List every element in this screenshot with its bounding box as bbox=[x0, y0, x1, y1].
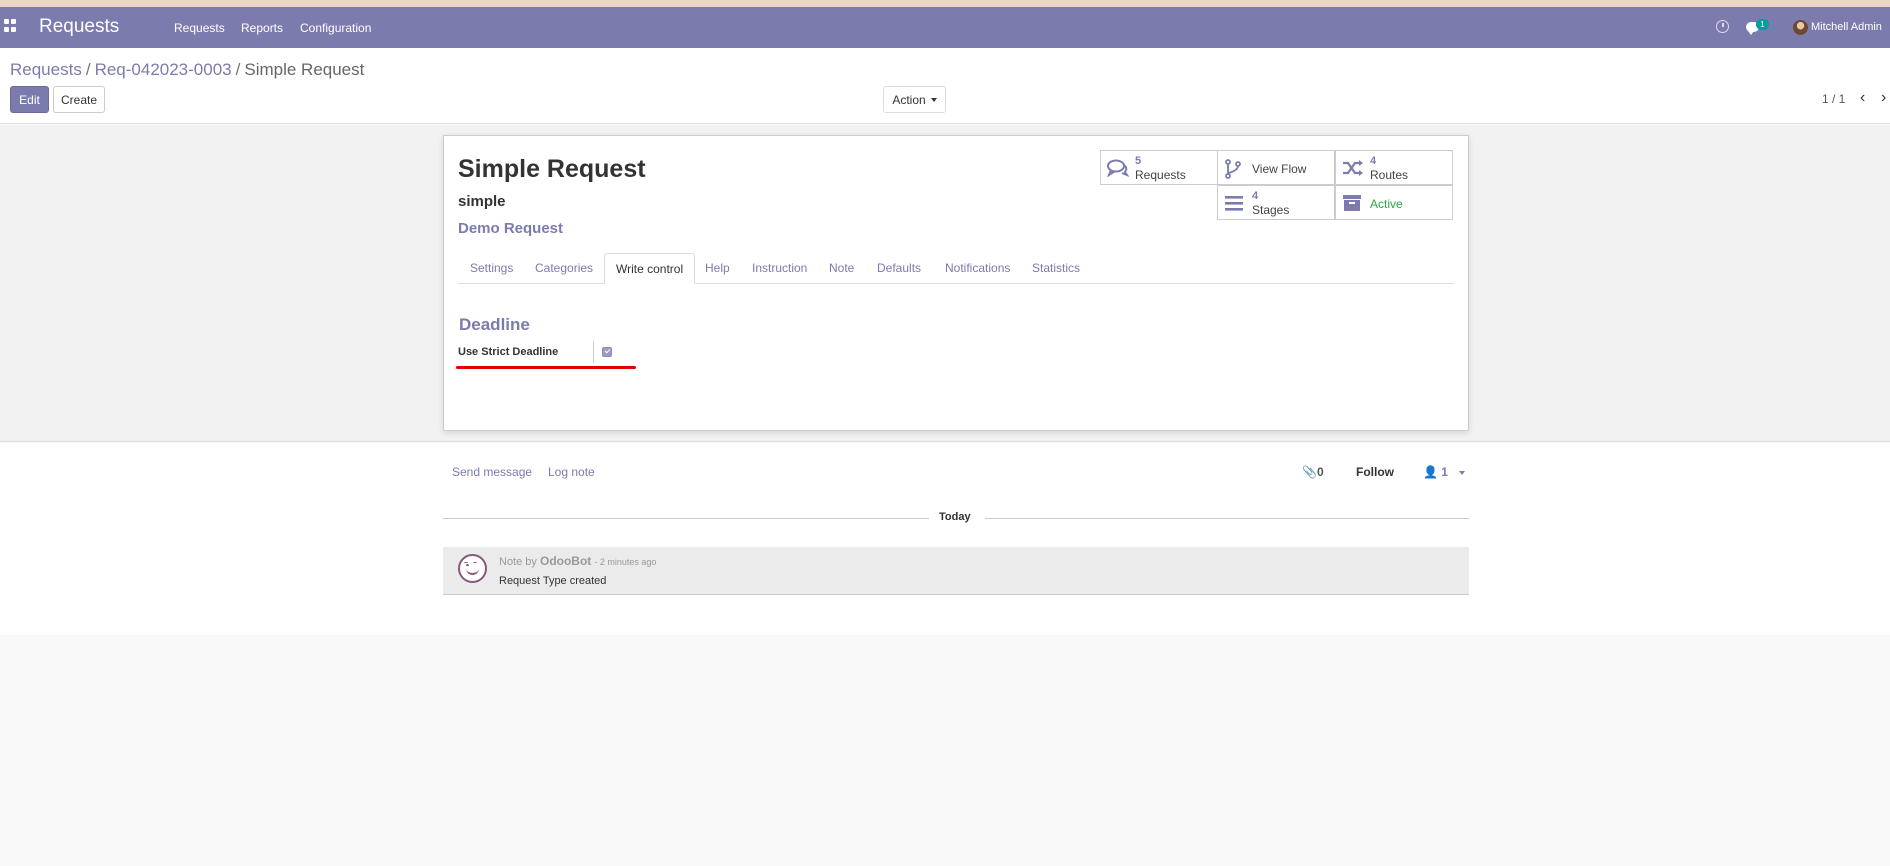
comments-icon bbox=[1107, 159, 1129, 177]
breadcrumb: Requests / Req-042023-0003/Simple Request bbox=[10, 60, 364, 80]
app-title: Requests bbox=[39, 16, 120, 37]
field-divider bbox=[593, 341, 594, 363]
archive-icon bbox=[1343, 195, 1361, 211]
breadcrumb-current: Simple Request bbox=[244, 60, 365, 79]
bars-stages-icon bbox=[1225, 196, 1243, 211]
caret-down-icon bbox=[1459, 470, 1466, 475]
routes-label: Routes bbox=[1370, 168, 1409, 182]
attachment-count: 0 bbox=[1316, 465, 1324, 479]
tab-help[interactable]: Help bbox=[705, 253, 730, 284]
message-prefix: Note by bbox=[499, 556, 537, 568]
stages-smart-button[interactable]: 4 Stages bbox=[1217, 185, 1335, 220]
record-title: Simple Request bbox=[458, 155, 646, 183]
pager-next-icon[interactable]: › bbox=[1881, 89, 1886, 107]
stages-count: 4 bbox=[1252, 190, 1259, 202]
pager-previous-icon[interactable]: ‹ bbox=[1860, 89, 1865, 107]
breadcrumb-separator: / bbox=[235, 60, 241, 79]
menu-item-requests[interactable]: Requests bbox=[174, 21, 225, 35]
branch-flow-icon bbox=[1225, 159, 1241, 179]
tab-categories[interactable]: Categories bbox=[535, 253, 593, 284]
random-routes-icon bbox=[1343, 160, 1363, 176]
action-dropdown-button[interactable]: Action bbox=[883, 86, 946, 113]
user-name[interactable]: Mitchell Admin bbox=[1811, 21, 1882, 33]
view-flow-label: View Flow bbox=[1252, 162, 1307, 176]
menu-item-reports[interactable]: Reports bbox=[241, 21, 283, 35]
routes-smart-button[interactable]: 4 Routes bbox=[1335, 150, 1453, 185]
requests-smart-button[interactable]: 5 Requests bbox=[1100, 150, 1218, 185]
section-title-deadline: Deadline bbox=[459, 315, 530, 334]
followers-dropdown[interactable]: 👤 1 bbox=[1423, 465, 1466, 479]
activity-clock-icon[interactable] bbox=[1716, 20, 1729, 33]
odoobot-avatar-icon bbox=[458, 554, 487, 583]
stages-label: Stages bbox=[1252, 203, 1290, 217]
message-body: Request Type created bbox=[499, 575, 607, 587]
follow-button[interactable]: Follow bbox=[1356, 465, 1394, 479]
record-subtitle: Demo Request bbox=[458, 220, 564, 237]
message-header: Note by OdooBot - 2 minutes ago bbox=[499, 554, 656, 568]
pager-value: 1 / 1 bbox=[1822, 92, 1846, 106]
action-label: Action bbox=[892, 92, 926, 107]
tab-settings[interactable]: Settings bbox=[470, 253, 513, 284]
date-separator-label: Today bbox=[939, 511, 971, 523]
page-bottom-area bbox=[0, 635, 1890, 866]
apps-grid-icon[interactable] bbox=[4, 19, 18, 33]
message-timestamp: - 2 minutes ago bbox=[594, 557, 657, 567]
user-icon: 👤 bbox=[1423, 465, 1438, 479]
breadcrumb-middle[interactable]: Req-042023-0003 bbox=[95, 60, 232, 79]
caret-down-icon bbox=[930, 98, 937, 103]
user-avatar[interactable] bbox=[1793, 20, 1808, 35]
chat-count-badge: 1 bbox=[1756, 19, 1769, 30]
use-strict-deadline-checkbox[interactable] bbox=[602, 347, 612, 357]
requests-label: Requests bbox=[1135, 168, 1186, 182]
view-flow-smart-button[interactable]: View Flow bbox=[1217, 150, 1335, 185]
date-separator-line bbox=[443, 518, 929, 519]
form-sheet: Simple Request simple Demo Request 5 Req… bbox=[443, 135, 1469, 431]
date-separator-line bbox=[985, 518, 1469, 519]
send-message-button[interactable]: Send message bbox=[452, 465, 532, 479]
record-code: simple bbox=[458, 193, 506, 210]
chatter-message: Note by OdooBot - 2 minutes ago Request … bbox=[443, 547, 1469, 595]
highlight-underline bbox=[456, 366, 636, 369]
log-note-button[interactable]: Log note bbox=[548, 465, 595, 479]
avatar-eye bbox=[464, 562, 468, 564]
breadcrumb-root[interactable]: Requests bbox=[10, 60, 82, 79]
tab-defaults[interactable]: Defaults bbox=[877, 253, 921, 284]
tab-statistics[interactable]: Statistics bbox=[1032, 253, 1080, 284]
breadcrumb-separator: / bbox=[85, 60, 91, 79]
tab-instruction[interactable]: Instruction bbox=[752, 253, 807, 284]
paperclip-icon: 📎 bbox=[1302, 465, 1317, 479]
tab-write-control[interactable]: Write control bbox=[604, 253, 696, 284]
control-panel: Requests / Req-042023-0003/Simple Request … bbox=[0, 48, 1890, 124]
edit-button[interactable]: Edit bbox=[10, 86, 49, 113]
avatar-eye bbox=[473, 562, 477, 564]
chatter: Send message Log note 📎0 Follow 👤 1 Toda… bbox=[0, 443, 1890, 635]
create-button[interactable]: Create bbox=[53, 86, 105, 113]
attachments-button[interactable]: 📎0 bbox=[1302, 465, 1324, 479]
notebook-tabs: Settings Categories Write control Help I… bbox=[458, 253, 1454, 284]
tab-note[interactable]: Note bbox=[829, 253, 854, 284]
tab-notifications[interactable]: Notifications bbox=[945, 253, 1010, 284]
routes-count: 4 bbox=[1370, 155, 1377, 167]
message-author[interactable]: OdooBot bbox=[540, 554, 591, 568]
followers-count: 1 bbox=[1441, 465, 1448, 479]
active-toggle-button[interactable]: Active bbox=[1335, 185, 1453, 220]
requests-count: 5 bbox=[1135, 155, 1142, 167]
top-strip bbox=[0, 0, 1890, 7]
menu-item-configuration[interactable]: Configuration bbox=[300, 21, 371, 35]
active-label: Active bbox=[1370, 197, 1403, 211]
use-strict-deadline-label: Use Strict Deadline bbox=[458, 346, 559, 358]
navbar: Requests Requests Reports Configuration … bbox=[0, 7, 1890, 48]
